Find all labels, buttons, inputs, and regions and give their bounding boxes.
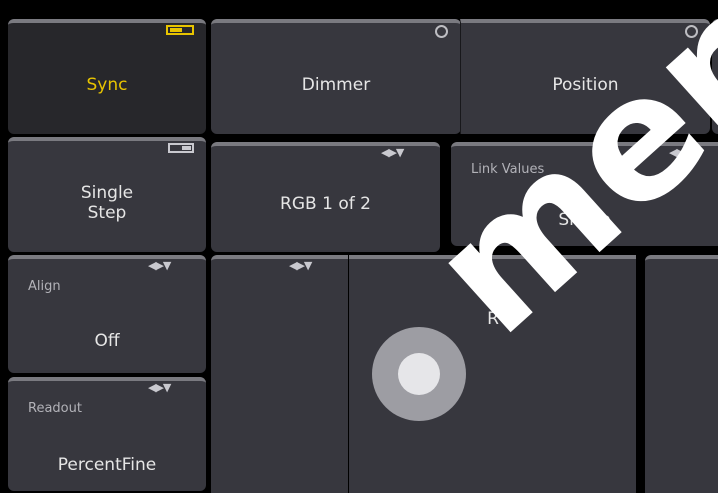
encoder-knob[interactable] [372,327,466,421]
readout-button[interactable]: ◀▶▼ Readout PercentFine [8,377,206,491]
single-step-label-line1: Single [80,183,134,203]
left-right-down-arrows-icon: ◀▶▼ [148,381,171,394]
left-right-down-arrows-icon: ◀▶▼ [381,146,404,159]
rgb-button[interactable]: ◀▶▼ RGB 1 of 2 [211,142,440,252]
encoder-bank-button[interactable]: ◀▶▼ [211,255,348,493]
link-values-button[interactable]: ◀▶▼ Link Values Single [451,142,718,246]
encoder-knob-center [398,353,440,395]
align-value: Off [94,331,120,351]
left-right-down-arrows-icon: ◀▶▼ [669,146,692,159]
encoder-r-label: R [487,309,499,329]
circle-indicator-icon [435,25,448,38]
align-button[interactable]: ◀▶▼ Align Off [8,255,206,373]
readout-title: Readout [28,401,82,416]
position-label: Position [552,75,619,95]
toggle-on-icon [166,25,194,35]
circle-indicator-icon [685,25,698,38]
link-values-title: Link Values [471,162,545,177]
left-right-down-arrows-icon: ◀▶▼ [289,259,312,272]
single-step-label-line2: Step [87,203,127,223]
encoder-r[interactable]: R [349,255,636,493]
rgb-label: RGB 1 of 2 [280,194,371,214]
link-values-value: Single [558,210,611,230]
align-title: Align [28,279,61,294]
readout-value: PercentFine [57,455,157,475]
left-right-down-arrows-icon: ◀▶▼ [148,259,171,272]
sync-label: Sync [86,75,128,95]
position-button[interactable]: Position [460,19,710,134]
single-step-button[interactable]: Single Step [8,137,206,252]
sync-button[interactable]: Sync [8,19,206,134]
toggle-off-icon [168,143,194,153]
partial-button-edge[interactable] [712,19,718,134]
dimmer-label: Dimmer [301,75,371,95]
encoder-next[interactable] [645,255,718,493]
dimmer-button[interactable]: Dimmer [211,19,461,134]
